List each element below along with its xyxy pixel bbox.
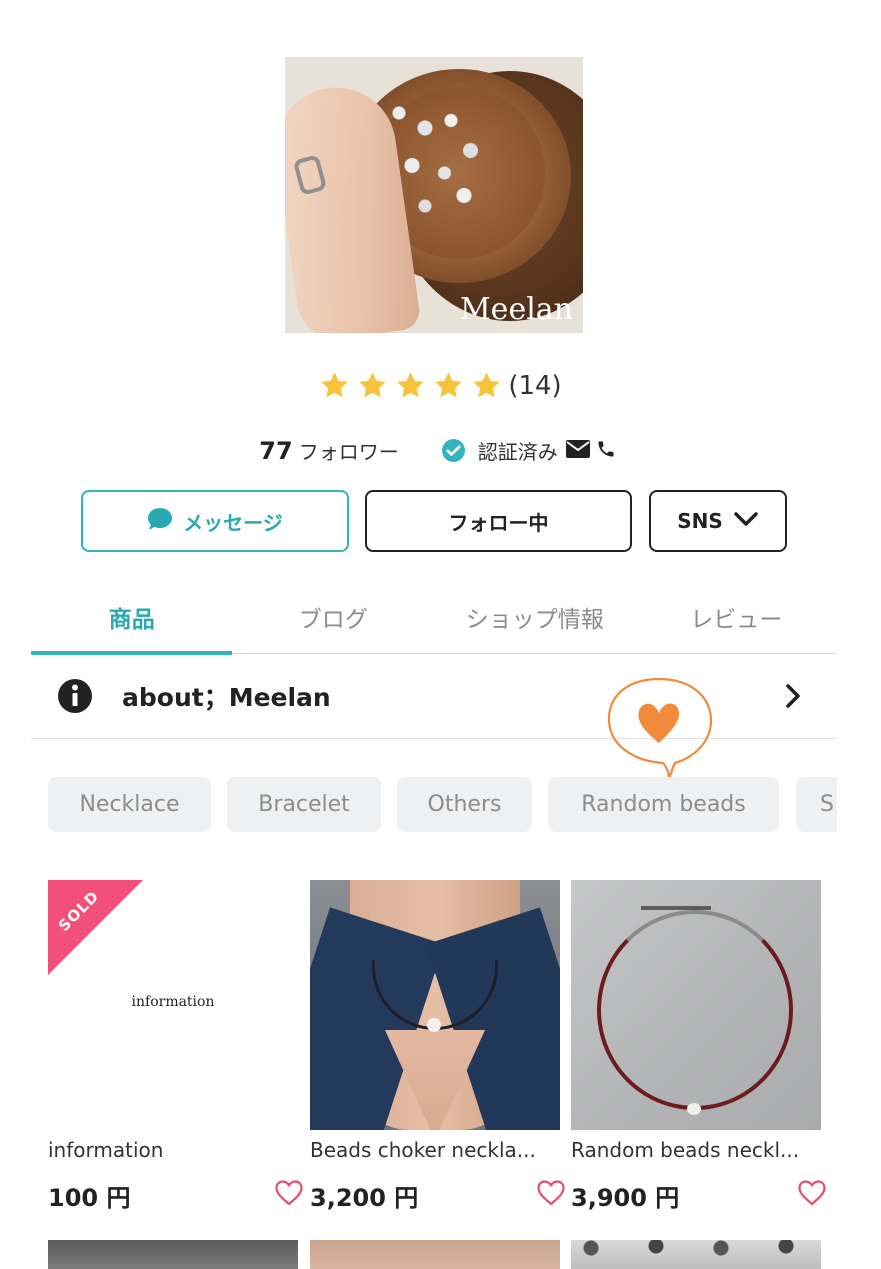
followers-count[interactable]: 77 — [259, 437, 292, 465]
chevron-down-icon — [733, 509, 759, 533]
heart-doodle-icon — [607, 677, 713, 781]
phone-icon — [596, 439, 616, 463]
mail-icon — [565, 439, 590, 462]
category-chip-others[interactable]: Others — [397, 777, 532, 832]
sns-dropdown-button[interactable]: SNS — [649, 490, 787, 552]
category-chip-necklace[interactable]: Necklace — [48, 777, 211, 832]
shop-rating[interactable]: (14) — [0, 370, 881, 401]
star-icon — [471, 370, 502, 401]
product-price: 3,900 円 — [571, 1184, 680, 1212]
category-chip-random-beads[interactable]: Random beads — [548, 777, 779, 832]
product-image[interactable] — [310, 880, 560, 1130]
product-title[interactable]: Random beads neckl... — [571, 1138, 821, 1162]
message-button[interactable]: メッセージ — [81, 490, 349, 552]
product-image[interactable] — [571, 880, 821, 1130]
heart-outline-icon[interactable] — [797, 1179, 827, 1211]
category-chips: Necklace Bracelet Others Random beads S — [48, 777, 837, 833]
chat-bubble-icon — [147, 507, 173, 536]
category-chip-bracelet[interactable]: Bracelet — [227, 777, 381, 832]
product-image[interactable] — [310, 1240, 560, 1269]
about-row[interactable]: about；Meelan — [31, 654, 837, 739]
heart-outline-icon[interactable] — [536, 1179, 566, 1211]
verified-check-icon — [441, 438, 466, 463]
product-price: 3,200 円 — [310, 1184, 419, 1212]
product-image[interactable]: information SOLD — [48, 880, 298, 1130]
star-icon — [395, 370, 426, 401]
tab-reviews[interactable]: レビュー — [636, 580, 838, 653]
product-title[interactable]: information — [48, 1138, 298, 1162]
shop-stats: 77 フォロワー 認証済み — [0, 436, 881, 465]
star-icon — [433, 370, 464, 401]
product-image-text: information — [131, 994, 215, 1010]
heart-outline-icon[interactable] — [274, 1179, 304, 1211]
about-label: about；Meelan — [122, 683, 331, 712]
tab-products[interactable]: 商品 — [31, 580, 233, 655]
star-icon — [319, 370, 350, 401]
shop-logo-image: Meelan — [285, 57, 583, 333]
shop-tabs: 商品 ブログ ショップ情報 レビュー — [31, 580, 838, 655]
product-title[interactable]: Beads choker neckla... — [310, 1138, 560, 1162]
product-image[interactable] — [571, 1240, 821, 1269]
follow-button-label: フォロー中 — [448, 510, 549, 535]
tab-blog[interactable]: ブログ — [233, 580, 435, 653]
message-button-label: メッセージ — [183, 510, 283, 535]
rating-count: (14) — [508, 370, 562, 401]
shop-logo-text: Meelan — [459, 292, 573, 327]
follow-button[interactable]: フォロー中 — [365, 490, 632, 552]
product-image[interactable] — [48, 1240, 298, 1269]
followers-label[interactable]: フォロワー — [299, 436, 399, 465]
chevron-right-icon — [783, 682, 803, 714]
tab-shop-info[interactable]: ショップ情報 — [434, 580, 636, 653]
info-icon — [55, 676, 95, 716]
verified-label: 認証済み — [477, 440, 558, 464]
sns-button-label: SNS — [677, 509, 723, 533]
product-price: 100 円 — [48, 1184, 131, 1212]
category-chip-more[interactable]: S — [796, 777, 837, 832]
star-icon — [357, 370, 388, 401]
